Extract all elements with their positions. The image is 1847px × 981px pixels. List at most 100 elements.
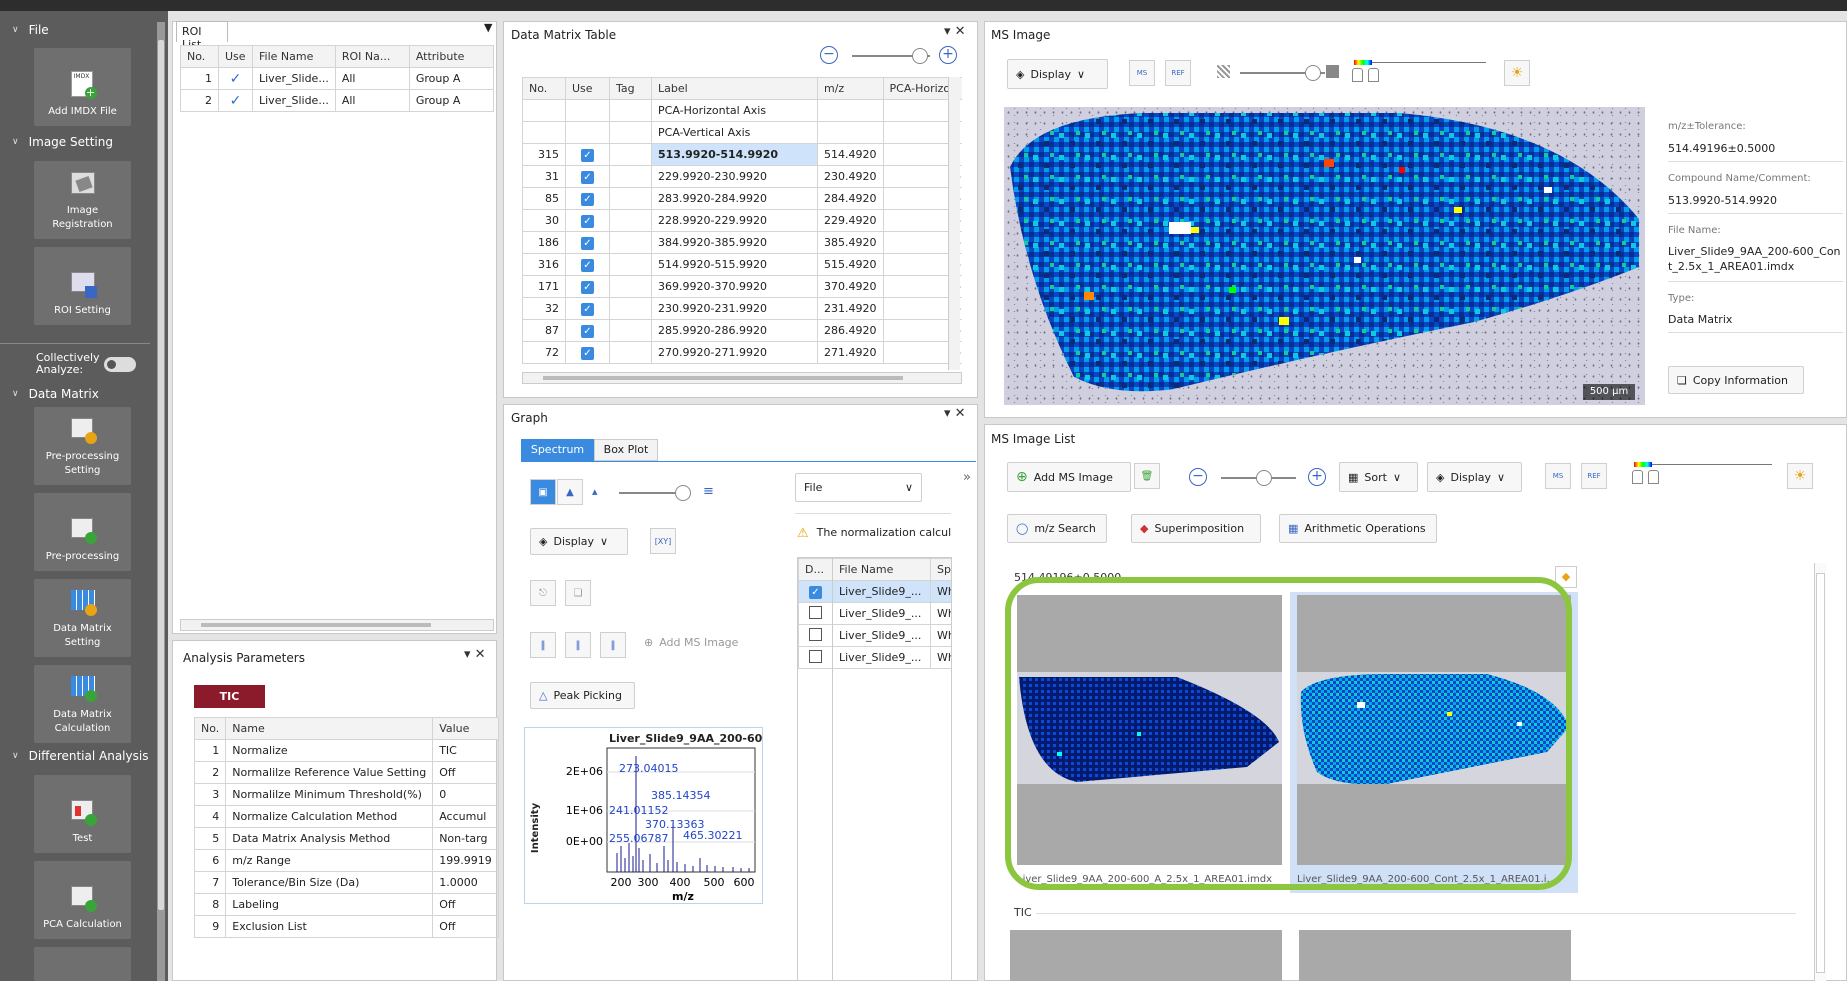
panel-menu-icon[interactable]: ▼: [484, 21, 492, 34]
table-row[interactable]: PCA-Vertical Axis: [522, 121, 962, 144]
marker1-icon[interactable]: ‖: [530, 632, 556, 658]
close-icon[interactable]: ▾ ✕: [944, 406, 966, 421]
table-row[interactable]: 2 Normalilze Reference Value Setting Off: [193, 761, 499, 784]
table-row[interactable]: 30✓228.9920-229.9920229.4920-: [522, 209, 962, 232]
arithmetic-operations-button[interactable]: ▦ Arithmetic Operations: [1279, 514, 1437, 543]
preprocessing-button[interactable]: Pre-processing: [34, 493, 131, 571]
table-row[interactable]: 171✓369.9920-370.9920370.4920-: [522, 275, 962, 298]
trash-icon[interactable]: 🗑: [1134, 463, 1160, 489]
checkbox[interactable]: ✓: [581, 170, 594, 184]
sidebar-section-differential-analysis[interactable]: ∨ Differential Analysis: [0, 746, 160, 766]
table-row[interactable]: 8 Labeling Off: [193, 893, 499, 916]
tab-box-plot[interactable]: Box Plot: [594, 439, 658, 461]
checkbox[interactable]: ✓: [581, 258, 594, 272]
sun-icon[interactable]: ☀: [1504, 60, 1530, 86]
tab-spectrum[interactable]: Spectrum: [521, 439, 594, 461]
pca-calculation-button[interactable]: PCA Calculation: [34, 861, 131, 939]
roi-list-hscrollbar[interactable]: [180, 619, 494, 631]
data-matrix-setting-button[interactable]: Data Matrix Setting: [34, 579, 131, 657]
ms-thumbnail-4[interactable]: [1299, 930, 1571, 981]
zoom-in-icon[interactable]: +: [939, 46, 957, 64]
table-row[interactable]: 31✓229.9920-230.9920230.4920-: [522, 165, 962, 188]
ref-icon[interactable]: REF: [1165, 60, 1191, 86]
table-row[interactable]: 85✓283.9920-284.9920284.4920-: [522, 187, 962, 210]
preprocessing-setting-button[interactable]: Pre-processing Setting: [34, 407, 131, 485]
checkbox[interactable]: ✓: [809, 585, 822, 599]
collectively-analyze-toggle[interactable]: [104, 357, 136, 375]
row-height-slider[interactable]: [852, 48, 930, 64]
ms-thumbnail-3[interactable]: [1010, 930, 1282, 981]
roi-list-tab[interactable]: ROI List: [176, 21, 228, 51]
ms-image-view[interactable]: 500 µm: [1004, 107, 1645, 405]
checkbox[interactable]: ✓: [581, 192, 594, 206]
file-select-dropdown[interactable]: File ∨: [795, 473, 922, 502]
zoom-in-icon[interactable]: +: [1308, 468, 1326, 486]
export-icon[interactable]: ⎋: [530, 580, 556, 606]
col-use[interactable]: Use: [218, 45, 253, 68]
peak-picking-button[interactable]: △ Peak Picking: [530, 682, 635, 709]
list-vscrollbar[interactable]: [1814, 563, 1826, 981]
display-dropdown[interactable]: ◈ Display ∨: [530, 528, 628, 555]
table-row[interactable]: 9 Exclusion List Off: [193, 915, 499, 938]
ms-opacity-slider[interactable]: [1240, 65, 1325, 81]
close-icon[interactable]: ▾ ✕: [944, 24, 966, 39]
checkbox[interactable]: ✓: [581, 236, 594, 250]
table-row[interactable]: Liver_Slide9_...Wh: [798, 646, 951, 669]
zoom-out-icon[interactable]: −: [820, 46, 838, 64]
table-row[interactable]: 7 Tolerance/Bin Size (Da) 1.0000: [193, 871, 499, 894]
ms-icon[interactable]: MS: [1129, 60, 1155, 86]
checkbox[interactable]: [809, 627, 822, 641]
data-matrix-calculation-button[interactable]: Data Matrix Calculation: [34, 665, 131, 743]
col-no[interactable]: No.: [180, 45, 219, 68]
sun-icon[interactable]: ☀: [1787, 463, 1813, 489]
table-row[interactable]: 6 m/z Range 199.9919: [193, 849, 499, 872]
mz-search-button[interactable]: ◯ m/z Search: [1007, 514, 1107, 543]
table-row[interactable]: 32✓230.9920-231.9920231.4920-: [522, 297, 962, 320]
table-row[interactable]: 316✓514.9920-515.9920515.4920-: [522, 253, 962, 276]
spectrum-view-icon[interactable]: ▣: [530, 479, 556, 505]
table-row[interactable]: 72✓270.9920-271.9920271.4920-: [522, 341, 962, 364]
table-row[interactable]: 3 Normalilze Minimum Threshold(%) 0: [193, 783, 499, 806]
list-colorbar-range[interactable]: [1632, 460, 1774, 490]
checkbox[interactable]: ✓: [581, 346, 594, 360]
close-icon[interactable]: ▾ ✕: [464, 647, 486, 662]
copy-information-button[interactable]: ❏ Copy Information: [1668, 366, 1804, 394]
checkbox[interactable]: [809, 605, 822, 619]
roi-setting-button[interactable]: ROI Setting: [34, 247, 131, 325]
colorbar-range[interactable]: [1352, 58, 1488, 88]
table-row[interactable]: PCA-Horizontal Axis: [522, 99, 962, 122]
add-ms-image-button[interactable]: ⊕ Add MS Image: [1007, 462, 1131, 492]
ms-display-dropdown[interactable]: ◈ Display ∨: [1007, 59, 1108, 89]
settings-lines-icon[interactable]: ≡: [703, 484, 714, 499]
ms-icon[interactable]: MS: [1545, 463, 1571, 489]
checkbox[interactable]: ✓: [581, 302, 594, 316]
table-row[interactable]: 5 Data Matrix Analysis Method Non-targ: [193, 827, 499, 850]
table-row[interactable]: 1 Normalize TIC: [193, 739, 499, 762]
sidebar-section-file[interactable]: ∨ File: [0, 20, 160, 40]
overlay-view-icon[interactable]: ▲: [557, 479, 583, 505]
tic-tab[interactable]: TIC: [194, 685, 265, 708]
table-row[interactable]: 87✓285.9920-286.9920286.4920-: [522, 319, 962, 342]
next-sidebar-button[interactable]: [34, 947, 131, 981]
list-display-dropdown[interactable]: ◈ Display ∨: [1427, 462, 1522, 492]
checkbox[interactable]: ✓: [581, 324, 594, 338]
checkbox[interactable]: [809, 649, 822, 663]
ref-icon[interactable]: REF: [1581, 463, 1607, 489]
table-row[interactable]: Liver_Slide9_...Wh: [798, 602, 951, 625]
zoom-out-icon[interactable]: −: [1189, 468, 1207, 486]
spectrum-chart[interactable]: Liver_Slide9_9AA_200-600_ Intensity 2E+0…: [524, 727, 776, 904]
add-imdx-file-button[interactable]: IMDX + Add IMDX File: [34, 48, 131, 126]
table-row[interactable]: ✓Liver_Slide9_...Wh: [798, 580, 951, 603]
sidebar-scrollbar[interactable]: [157, 22, 165, 981]
table-row[interactable]: 4 Normalize Calculation Method Accumul: [193, 805, 499, 828]
copy-icon[interactable]: ❏: [565, 580, 591, 606]
table-row[interactable]: 2 ✓ Liver_Slide... All Group A: [180, 89, 495, 112]
table-row[interactable]: Liver_Slide9_...Wh: [798, 624, 951, 647]
sort-dropdown[interactable]: ▦ Sort ∨: [1339, 462, 1418, 492]
add-ms-image-graph-button[interactable]: ⊕ Add MS Image: [644, 636, 738, 649]
data-matrix-vscrollbar[interactable]: [948, 77, 960, 370]
xy-axis-icon[interactable]: [XY]: [650, 528, 676, 554]
peak-icon[interactable]: ▴: [592, 485, 598, 498]
table-row[interactable]: 315✓513.9920-514.9920514.4920-2: [522, 143, 962, 166]
checkbox[interactable]: ✓: [581, 280, 594, 294]
